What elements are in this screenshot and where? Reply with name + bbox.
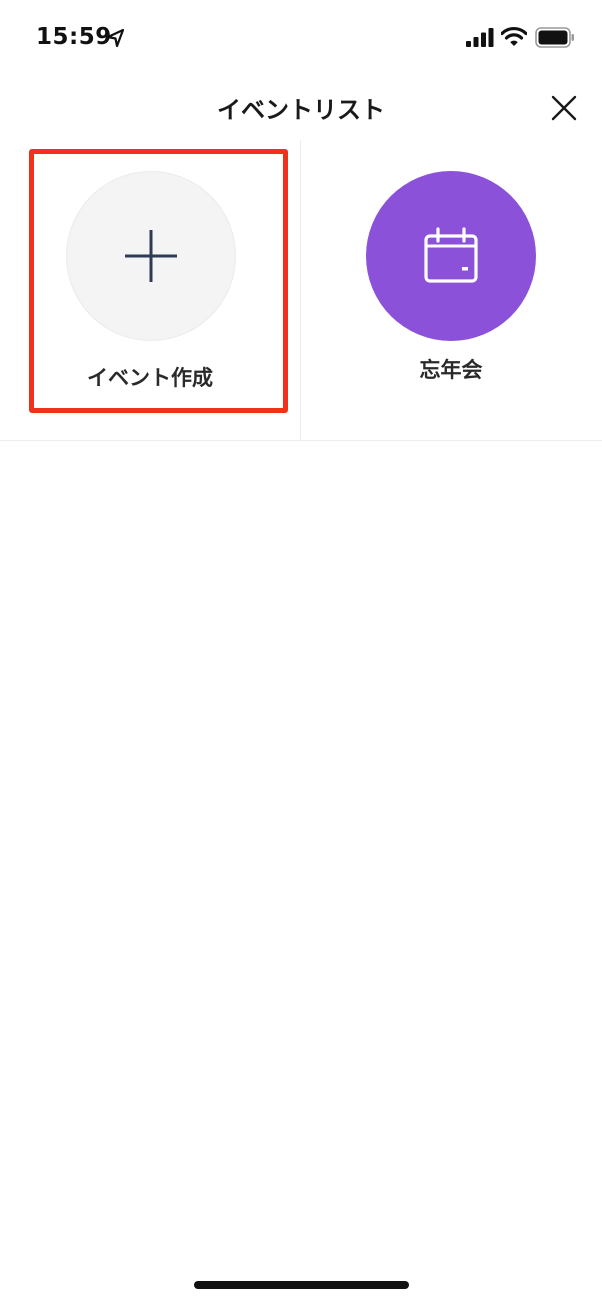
close-icon[interactable]	[546, 90, 582, 126]
event-circle[interactable]	[366, 171, 536, 341]
status-bar: 15:59	[0, 0, 602, 78]
battery-icon	[535, 27, 574, 48]
event-label: 忘年会	[419, 358, 483, 382]
wifi-icon	[501, 26, 527, 46]
header: イベントリスト	[0, 78, 602, 140]
event-item-bonenkai[interactable]: 忘年会	[301, 140, 601, 440]
create-event-button[interactable]: イベント作成	[0, 140, 300, 440]
signal-icon	[466, 28, 494, 47]
calendar-icon	[424, 227, 478, 283]
highlight-box	[29, 149, 288, 413]
home-indicator[interactable]	[194, 1281, 409, 1289]
event-list-grid: イベント作成 忘年会	[0, 140, 602, 441]
status-time: 15:59	[36, 24, 112, 50]
location-arrow-icon	[106, 28, 125, 48]
page-title: イベントリスト	[217, 96, 385, 124]
close-button[interactable]	[546, 90, 582, 126]
